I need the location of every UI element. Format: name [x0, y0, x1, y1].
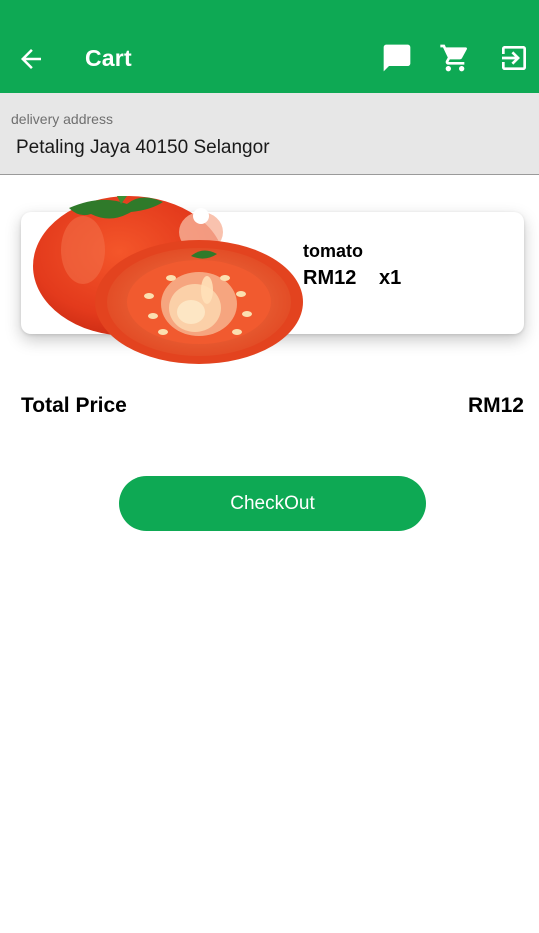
page-title: Cart: [85, 45, 132, 71]
item-quantity: x1: [379, 267, 402, 289]
total-price-label: Total Price: [21, 394, 127, 417]
cart-icon[interactable]: [439, 42, 471, 74]
total-price-value: RM12: [467, 394, 524, 417]
chat-icon[interactable]: [381, 42, 413, 74]
delivery-address-field[interactable]: delivery address Petaling Jaya 40150 Sel…: [0, 93, 539, 175]
tomato-image: [33, 196, 303, 364]
delivery-address-value[interactable]: Petaling Jaya 40150 Selangor: [16, 137, 270, 159]
item-price: RM12: [303, 267, 357, 289]
delivery-address-label: delivery address: [11, 111, 113, 127]
app-bar: Cart: [0, 0, 539, 93]
arrow-left-icon[interactable]: [16, 44, 46, 74]
logout-icon[interactable]: [498, 42, 530, 74]
checkout-button[interactable]: CheckOut: [119, 476, 426, 531]
item-name: tomato: [303, 241, 363, 261]
cart-item-card[interactable]: tomato RM12 x1: [21, 196, 524, 364]
